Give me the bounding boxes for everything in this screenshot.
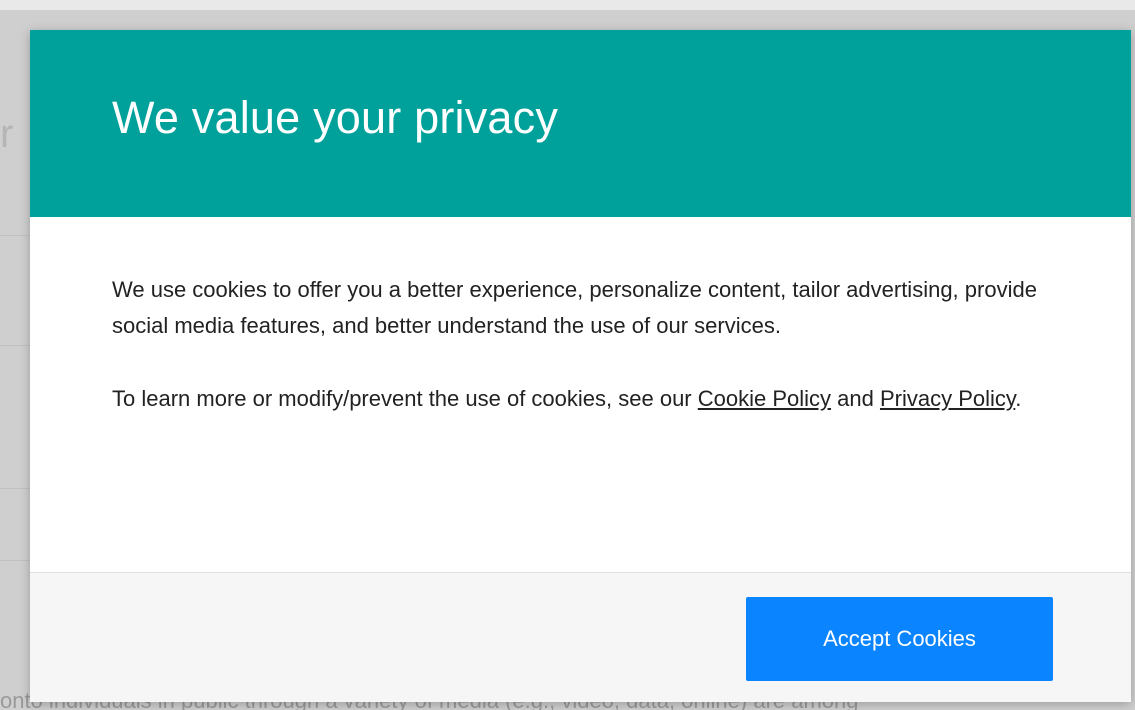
- accept-cookies-button[interactable]: Accept Cookies: [746, 597, 1053, 681]
- policy-text-and: and: [831, 386, 880, 411]
- background-divider: [0, 345, 30, 346]
- background-top-strip: [0, 0, 1135, 10]
- background-divider: [0, 488, 30, 489]
- dialog-footer: Accept Cookies: [30, 572, 1131, 702]
- background-heading-fragment: r: [0, 112, 14, 156]
- background-divider: [0, 235, 30, 236]
- policy-links-paragraph: To learn more or modify/prevent the use …: [112, 381, 1042, 417]
- privacy-dialog: We value your privacy We use cookies to …: [30, 30, 1131, 702]
- policy-text-suffix: .: [1015, 386, 1022, 411]
- dialog-body: We use cookies to offer you a better exp…: [112, 272, 1042, 454]
- cookie-policy-link[interactable]: Cookie Policy: [698, 386, 831, 411]
- cookie-usage-paragraph: We use cookies to offer you a better exp…: [112, 277, 1037, 338]
- dialog-title: We value your privacy: [112, 92, 559, 143]
- policy-text-prefix: To learn more or modify/prevent the use …: [112, 386, 698, 411]
- background-divider: [0, 560, 30, 561]
- dialog-header: We value your privacy: [30, 30, 1131, 217]
- privacy-policy-link[interactable]: Privacy Policy: [880, 386, 1015, 411]
